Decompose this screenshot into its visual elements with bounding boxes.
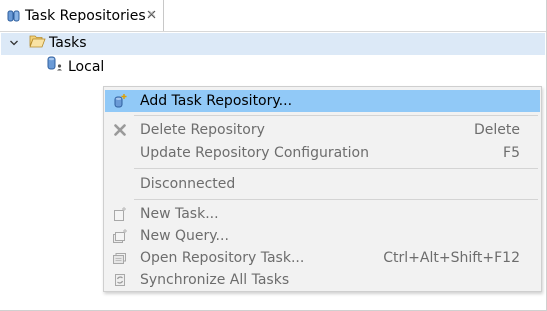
synchronize-icon [115,274,125,286]
menu-item-new-task[interactable]: New Task... [105,203,540,225]
tree-item-tasks[interactable]: Tasks [1,33,545,55]
menu-item-accelerator: Ctrl+Alt+Shift+F12 [383,250,520,266]
menu-item-label: New Query... [140,228,229,244]
tree-item-label: Tasks [49,35,87,51]
menu-item-label: New Task... [140,206,219,222]
menu-item-accelerator: Delete [474,122,520,138]
menu-item-update-repository-configuration[interactable]: Update Repository Configuration F5 [105,142,540,164]
menu-item-label: Open Repository Task... [140,250,305,266]
tab-label: Task Repositories [25,8,146,24]
folder-open-icon [29,35,46,48]
menu-item-add-task-repository[interactable]: Add Task Repository... [105,90,540,112]
menu-item-synchronize-all-tasks[interactable]: Synchronize All Tasks [105,269,540,291]
menu-separator [134,115,538,116]
menu-item-accelerator: F5 [503,145,520,161]
menu-item-label: Update Repository Configuration [140,145,369,161]
new-task-icon [114,207,126,221]
view-tab-bar: Task Repositories [0,0,546,32]
new-query-icon [113,229,127,243]
menu-item-label: Add Task Repository... [140,93,293,109]
menu-item-label: Disconnected [140,176,236,192]
tree-item-local[interactable]: Local [44,56,244,78]
menu-item-label: Delete Repository [140,122,265,138]
delete-x-icon [114,124,126,136]
open-task-icon [113,253,126,264]
tab-task-repositories[interactable]: Task Repositories [0,0,164,31]
add-repository-icon [114,94,127,108]
close-icon[interactable] [146,9,157,20]
menu-item-open-repository-task[interactable]: Open Repository Task... Ctrl+Alt+Shift+F… [105,247,540,269]
menu-item-disconnected[interactable]: Disconnected [105,173,540,195]
context-menu: Add Task Repository... Delete Repository… [103,86,542,292]
menu-separator [134,199,538,200]
menu-item-delete-repository[interactable]: Delete Repository Delete [105,119,540,141]
menu-separator [134,168,538,169]
task-repositories-icon [7,10,20,22]
chevron-down-icon[interactable] [9,38,19,48]
task-repositories-view: Task Repositories Tasks Local Add Task R… [0,0,547,311]
tree-item-label: Local [68,59,105,75]
menu-item-label: Synchronize All Tasks [140,272,290,288]
menu-item-new-query[interactable]: New Query... [105,225,540,247]
local-repository-icon [47,56,62,71]
